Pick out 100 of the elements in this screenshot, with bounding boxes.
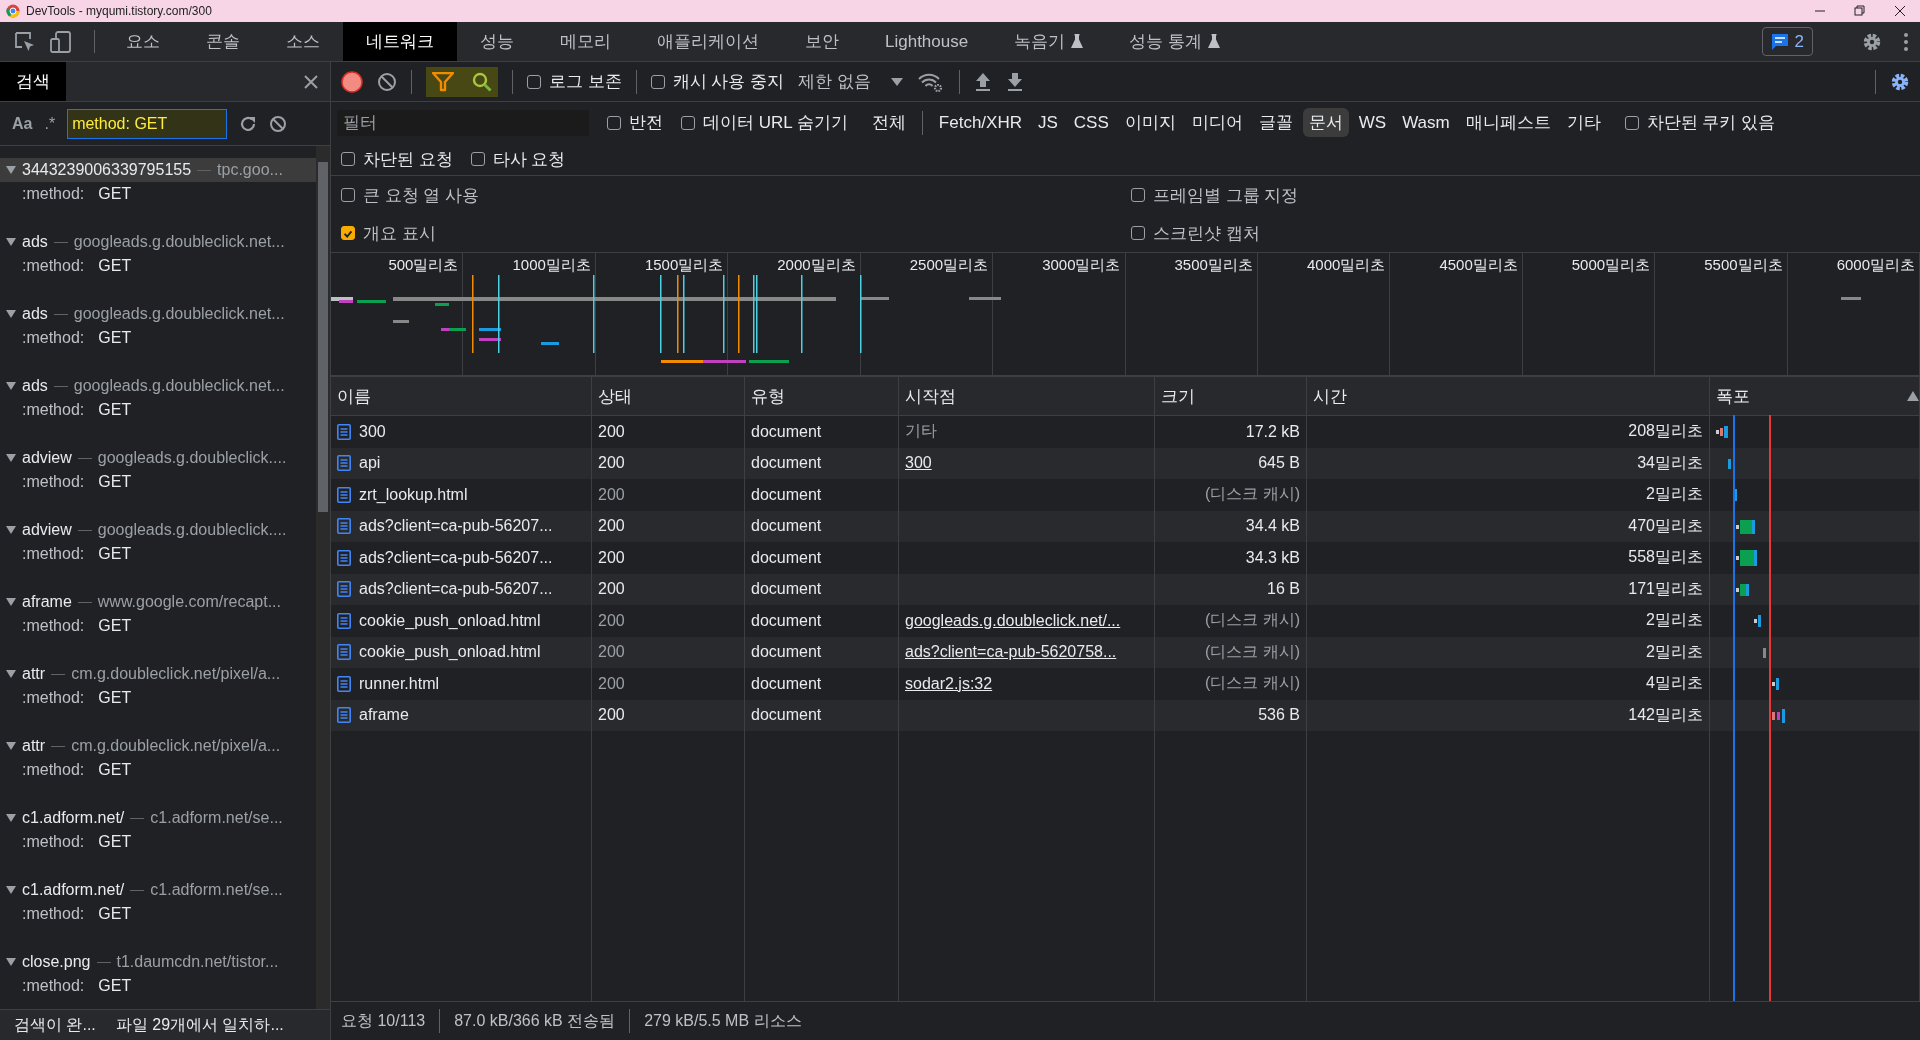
panel-tab[interactable]: 성능 — [457, 22, 537, 61]
column-header[interactable]: 시작점 — [899, 377, 1155, 415]
initiator-link[interactable]: googleads.g.doubleclick.net/... — [905, 611, 1121, 630]
column-header[interactable]: 상태 — [592, 377, 745, 415]
scrollbar-thumb[interactable] — [318, 162, 328, 512]
column-header[interactable]: 유형 — [745, 377, 899, 415]
download-icon[interactable] — [1005, 71, 1024, 92]
resource-type-filter[interactable]: Fetch/XHR — [932, 109, 1028, 136]
panel-tab[interactable]: 애플리케이션 — [634, 22, 782, 61]
search-field[interactable]: method: GET — [67, 108, 228, 139]
search-result-file[interactable]: attr cm.g.doubleclick.net/pixel/a... — [0, 662, 316, 686]
initiator-link[interactable]: sodar2.js:32 — [905, 674, 993, 693]
checkbox[interactable] — [341, 188, 355, 202]
expand-arrow-icon[interactable] — [6, 598, 16, 606]
match-case-toggle[interactable]: Aa — [12, 114, 33, 133]
inspect-element-icon[interactable] — [14, 30, 36, 53]
filter-icon[interactable] — [432, 71, 454, 92]
checkbox[interactable] — [607, 115, 621, 130]
expand-arrow-icon[interactable] — [6, 886, 16, 894]
throttling-dropdown[interactable]: 제한 없음 — [798, 70, 903, 93]
expand-arrow-icon[interactable] — [6, 166, 16, 174]
more-options-icon[interactable] — [1904, 32, 1908, 51]
file-url: www.google.com/recapt... — [97, 593, 281, 611]
column-header[interactable]: 크기 — [1155, 377, 1307, 415]
expand-arrow-icon[interactable] — [6, 382, 16, 390]
search-result-file[interactable]: ads googleads.g.doubleclick.net... — [0, 302, 316, 326]
panel-tab[interactable]: 네트워크 — [343, 22, 457, 61]
close-icon[interactable] — [304, 74, 318, 89]
resource-type-filter[interactable]: 문서 — [1302, 108, 1349, 137]
checkbox[interactable] — [1624, 115, 1639, 130]
search-icon[interactable] — [472, 71, 492, 92]
resource-type-filter[interactable]: 매니페스트 — [1459, 108, 1557, 137]
column-header[interactable]: 시간 — [1307, 377, 1710, 415]
expand-arrow-icon[interactable] — [6, 958, 16, 966]
clear-icon[interactable] — [269, 114, 288, 133]
filter-field[interactable]: 필터 — [337, 109, 589, 136]
settings-icon[interactable] — [1862, 31, 1882, 52]
restore-icon[interactable] — [1854, 5, 1866, 17]
checkbox[interactable] — [527, 74, 541, 89]
expand-arrow-icon[interactable] — [6, 670, 16, 678]
resource-type-filter[interactable]: CSS — [1067, 109, 1115, 136]
search-result-file[interactable]: 3443239006339795155 tpc.goo... — [0, 158, 316, 182]
expand-arrow-icon[interactable] — [6, 454, 16, 462]
resource-type-filter[interactable]: WS — [1352, 109, 1393, 136]
checkbox[interactable] — [341, 152, 355, 166]
search-result-file[interactable]: ads googleads.g.doubleclick.net... — [0, 230, 316, 254]
search-tab[interactable]: 검색 — [0, 62, 66, 101]
resource-type-filter[interactable]: 글꼴 — [1252, 108, 1299, 137]
close-icon[interactable] — [1894, 5, 1906, 17]
search-result-file[interactable]: close.png t1.daumcdn.net/tistor... — [0, 950, 316, 974]
expand-arrow-icon[interactable] — [6, 526, 16, 534]
resource-type-filter[interactable]: 이미지 — [1118, 108, 1182, 137]
file-name: ads — [22, 233, 48, 251]
search-result-file[interactable]: c1.adform.net/ c1.adform.net/se... — [0, 806, 316, 830]
panel-tab[interactable]: 보안 — [782, 22, 862, 61]
expand-arrow-icon[interactable] — [6, 742, 16, 750]
expand-arrow-icon[interactable] — [6, 238, 16, 246]
upload-icon[interactable] — [973, 71, 992, 92]
record-button[interactable] — [341, 70, 363, 93]
column-header[interactable]: 폭포 — [1710, 377, 1920, 415]
resource-type-filter[interactable]: 미디어 — [1185, 108, 1249, 137]
match-key: :method: — [22, 833, 85, 851]
panel-tab[interactable]: 메모리 — [537, 22, 634, 61]
resource-type-filter[interactable]: Wasm — [1396, 109, 1456, 136]
match-key: :method: — [22, 329, 85, 347]
checkbox[interactable] — [1131, 226, 1145, 240]
device-toolbar-icon[interactable] — [50, 30, 72, 53]
panel-tab[interactable]: 콘솔 — [183, 22, 263, 61]
search-result-file[interactable]: aframe www.google.com/recapt... — [0, 590, 316, 614]
match-value: GET — [98, 545, 132, 563]
resource-type-filter[interactable]: 기타 — [1560, 108, 1607, 137]
panel-tab[interactable]: 요소 — [103, 22, 183, 61]
checkbox[interactable] — [341, 226, 355, 240]
resource-type-filter[interactable]: JS — [1031, 109, 1064, 136]
search-result-file[interactable]: attr cm.g.doubleclick.net/pixel/a... — [0, 734, 316, 758]
settings-icon[interactable] — [1890, 71, 1910, 92]
issues-button[interactable]: 2 — [1761, 27, 1813, 56]
expand-arrow-icon[interactable] — [6, 310, 16, 318]
panel-tab[interactable]: 소스 — [263, 22, 343, 61]
checkbox[interactable] — [681, 115, 695, 130]
search-result-file[interactable]: adview googleads.g.doubleclick.... — [0, 518, 316, 542]
panel-tab[interactable]: Lighthouse — [862, 22, 992, 61]
flask-icon — [1071, 34, 1084, 49]
regex-toggle[interactable]: .* — [44, 114, 56, 133]
column-header[interactable]: 이름 — [331, 377, 592, 415]
refresh-icon[interactable] — [239, 114, 258, 133]
expand-arrow-icon[interactable] — [6, 814, 16, 822]
table-cell: runner.html — [331, 668, 592, 700]
clear-icon[interactable] — [377, 71, 397, 92]
initiator-link[interactable]: ads?client=ca-pub-5620758... — [905, 643, 1117, 662]
panel-tab[interactable]: 성능 통계 — [1106, 22, 1243, 61]
initiator-link[interactable]: 300 — [905, 454, 932, 473]
search-result-file[interactable]: adview googleads.g.doubleclick.... — [0, 446, 316, 470]
checkbox[interactable] — [470, 152, 485, 166]
resource-type-filter[interactable]: 전체 — [865, 108, 912, 137]
search-result-file[interactable]: c1.adform.net/ c1.adform.net/se... — [0, 878, 316, 902]
search-result-file[interactable]: ads googleads.g.doubleclick.net... — [0, 374, 316, 398]
checkbox[interactable] — [1131, 188, 1145, 202]
panel-tab[interactable]: 녹음기 — [991, 22, 1107, 61]
checkbox[interactable] — [650, 74, 665, 89]
